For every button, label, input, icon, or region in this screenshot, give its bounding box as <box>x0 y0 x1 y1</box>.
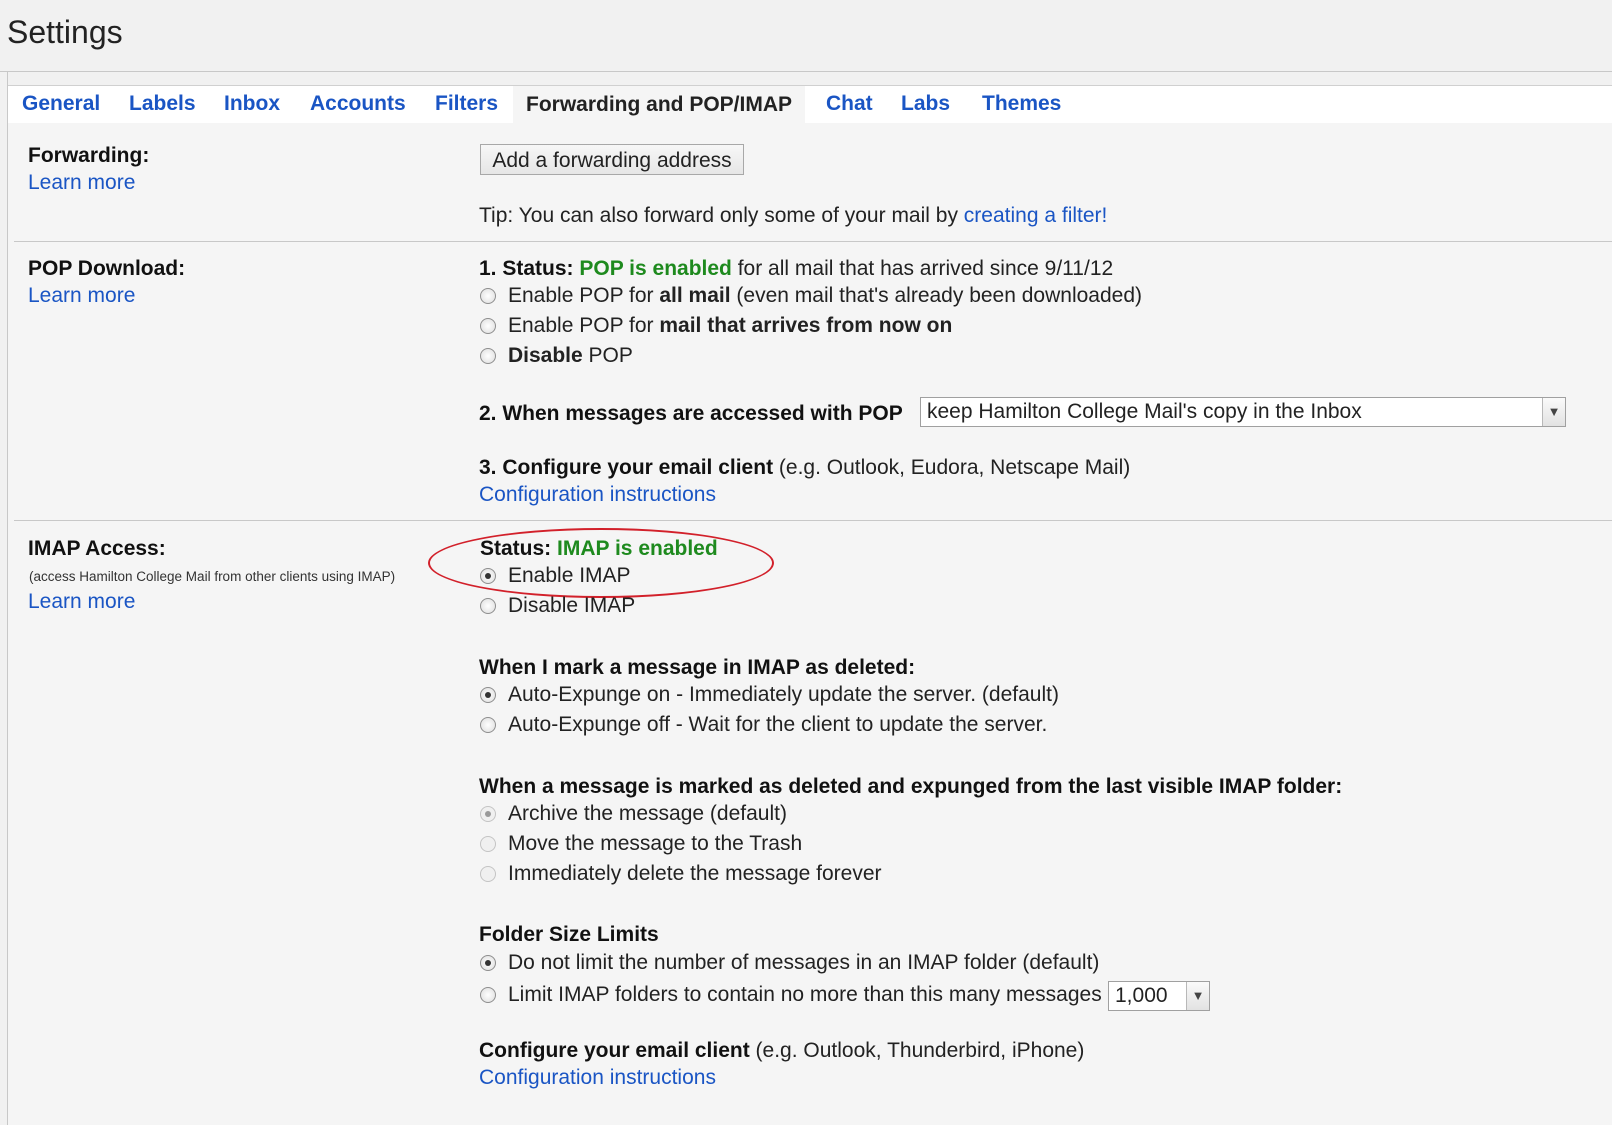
tab-labels[interactable]: Labels <box>129 92 196 116</box>
radio-button[interactable] <box>480 598 496 614</box>
radio-button[interactable] <box>480 806 496 822</box>
pop-status-suffix: for all mail that has arrived since 9/11… <box>731 257 1114 280</box>
radio-label: Disable IMAP <box>508 594 636 617</box>
radio-button[interactable] <box>480 836 496 852</box>
imap-status: Status: IMAP is enabled <box>480 537 718 560</box>
tab-labs[interactable]: Labs <box>901 92 950 116</box>
tab-themes[interactable]: Themes <box>982 92 1061 116</box>
imap-access-label: IMAP Access: <box>28 537 166 560</box>
pop-status: 1. Status: POP is enabled for all mail t… <box>479 257 1113 281</box>
pop-option-from-now-on[interactable]: Enable POP for mail that arrives from no… <box>480 313 952 339</box>
radio-button[interactable] <box>480 568 496 584</box>
tab-strip: General Labels Inbox Accounts Filters Fo… <box>8 86 1612 123</box>
folder-size-limits-heading: Folder Size Limits <box>479 923 659 946</box>
no-limit-option[interactable]: Do not limit the number of messages in a… <box>480 950 1099 976</box>
radio-label: Disable POP <box>508 344 633 367</box>
auto-expunge-on-option[interactable]: Auto-Expunge on - Immediately update the… <box>480 682 1059 708</box>
imap-enable-option[interactable]: Enable IMAP <box>480 563 631 589</box>
radio-label: Auto-Expunge off - Wait for the client t… <box>508 713 1048 736</box>
creating-filter-link[interactable]: creating a filter! <box>964 204 1108 227</box>
radio-button[interactable] <box>480 348 496 364</box>
folder-limit-select[interactable]: 1,000 ▼ <box>1108 981 1210 1011</box>
radio-button[interactable] <box>480 318 496 334</box>
imap-expunged-heading: When a message is marked as deleted and … <box>479 775 1343 798</box>
radio-button[interactable] <box>480 987 496 1003</box>
chevron-down-icon[interactable]: ▼ <box>1542 398 1565 426</box>
page-title: Settings <box>7 14 123 50</box>
radio-button[interactable] <box>480 955 496 971</box>
add-forwarding-address-button[interactable]: Add a forwarding address <box>480 144 744 175</box>
imap-learn-more-link[interactable]: Learn more <box>28 590 135 614</box>
forwarding-tip: Tip: You can also forward only some of y… <box>479 204 1107 228</box>
radio-button[interactable] <box>480 717 496 733</box>
auto-expunge-off-option[interactable]: Auto-Expunge off - Wait for the client t… <box>480 712 1047 738</box>
pop-configure-client: 3. Configure your email client (e.g. Out… <box>479 456 1131 479</box>
tip-text: Tip: You can also forward only some of y… <box>479 204 964 227</box>
imap-deleted-heading: When I mark a message in IMAP as deleted… <box>479 656 916 679</box>
tab-forwarding-pop-imap[interactable]: Forwarding and POP/IMAP <box>513 86 806 123</box>
move-to-trash-option[interactable]: Move the message to the Trash <box>480 831 802 857</box>
tab-chat[interactable]: Chat <box>826 92 873 116</box>
imap-configuration-instructions-link[interactable]: Configuration instructions <box>479 1066 716 1090</box>
radio-button[interactable] <box>480 687 496 703</box>
tab-inbox[interactable]: Inbox <box>224 92 280 116</box>
radio-label: Do not limit the number of messages in a… <box>508 951 1100 974</box>
section-divider <box>14 520 1612 521</box>
radio-label: Enable IMAP <box>508 564 631 587</box>
radio-button[interactable] <box>480 288 496 304</box>
forwarding-learn-more-link[interactable]: Learn more <box>28 171 135 195</box>
pop-status-prefix: 1. Status: <box>479 257 580 280</box>
limit-folders-option[interactable]: Limit IMAP folders to contain no more th… <box>480 982 1102 1008</box>
archive-message-option[interactable]: Archive the message (default) <box>480 801 787 827</box>
pop-when-accessed-select[interactable]: keep Hamilton College Mail's copy in the… <box>920 397 1566 427</box>
pop-configuration-instructions-link[interactable]: Configuration instructions <box>479 483 716 507</box>
delete-forever-option[interactable]: Immediately delete the message forever <box>480 861 882 887</box>
pop-status-value: POP is enabled <box>579 257 732 280</box>
section-divider <box>14 241 1612 242</box>
radio-button[interactable] <box>480 866 496 882</box>
imap-configure-client: Configure your email client (e.g. Outloo… <box>479 1039 1085 1062</box>
radio-label: Move the message to the Trash <box>508 832 803 855</box>
radio-label: Limit IMAP folders to contain no more th… <box>508 983 1102 1006</box>
forwarding-label: Forwarding: <box>28 144 150 167</box>
settings-panel: General Labels Inbox Accounts Filters Fo… <box>8 85 1612 1125</box>
radio-label: Enable POP for all mail (even mail that'… <box>508 284 1143 307</box>
pop-option-disable[interactable]: Disable POP <box>480 343 633 369</box>
select-value: 1,000 <box>1115 984 1168 1007</box>
select-value: keep Hamilton College Mail's copy in the… <box>927 400 1362 423</box>
pop-when-accessed-label: 2. When messages are accessed with POP <box>479 402 903 425</box>
radio-label: Enable POP for mail that arrives from no… <box>508 314 953 337</box>
header-divider <box>0 71 1612 72</box>
radio-label: Archive the message (default) <box>508 802 787 825</box>
radio-label: Auto-Expunge on - Immediately update the… <box>508 683 1059 706</box>
radio-label: Immediately delete the message forever <box>508 862 882 885</box>
pop-option-all-mail[interactable]: Enable POP for all mail (even mail that'… <box>480 283 1142 309</box>
tab-filters[interactable]: Filters <box>435 92 498 116</box>
chevron-down-icon[interactable]: ▼ <box>1186 982 1209 1010</box>
pop-download-label: POP Download: <box>28 257 186 280</box>
imap-access-note: (access Hamilton College Mail from other… <box>29 569 396 584</box>
tab-accounts[interactable]: Accounts <box>310 92 406 116</box>
imap-disable-option[interactable]: Disable IMAP <box>480 593 635 619</box>
tab-general[interactable]: General <box>22 92 100 116</box>
pop-learn-more-link[interactable]: Learn more <box>28 284 135 308</box>
